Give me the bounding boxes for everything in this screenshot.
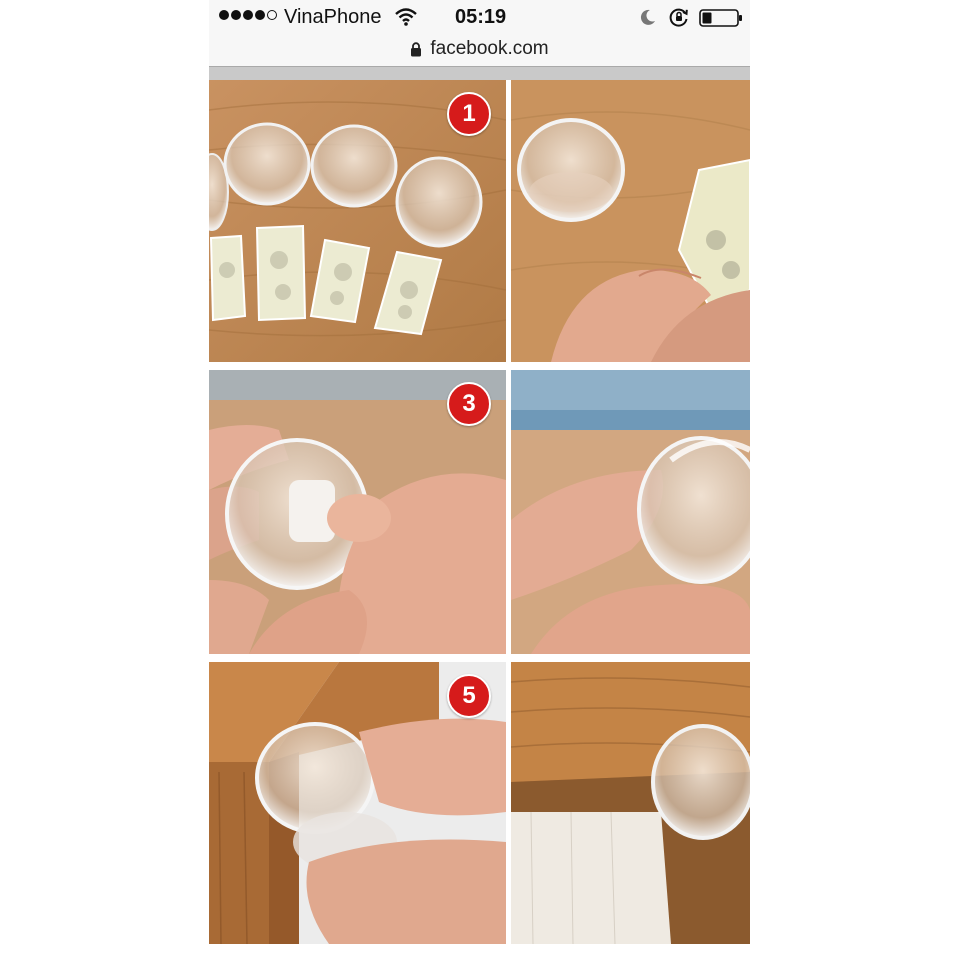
photo-panel-4 <box>511 370 750 654</box>
status-bar: VinaPhone 05:19 <box>209 0 750 34</box>
battery-icon <box>699 9 742 27</box>
rotation-lock-icon <box>669 8 688 27</box>
step-badge: 1 <box>447 92 491 136</box>
step-badge: 5 <box>447 674 491 718</box>
url-text: facebook.com <box>430 38 549 59</box>
step-badge: 3 <box>447 382 491 426</box>
do-not-disturb-moon-icon <box>640 9 655 25</box>
photo-panel-1: 1 <box>209 80 506 362</box>
browser-toolbar-border <box>209 66 750 81</box>
photo-panel-2 <box>511 80 750 362</box>
carrier-name: VinaPhone <box>284 6 382 28</box>
panel-2-image <box>511 80 750 362</box>
wifi-icon <box>395 8 417 26</box>
signal-strength-icon <box>219 10 277 20</box>
lock-icon <box>411 41 422 56</box>
photo-panel-3: 3 <box>209 370 506 654</box>
panel-6-image <box>511 662 750 944</box>
clock: 05:19 <box>455 6 507 28</box>
photo-panel-5: 5 <box>209 662 506 944</box>
panel-4-image <box>511 370 750 654</box>
instruction-photo: 1 3 5 <box>209 80 750 944</box>
photo-panel-6 <box>511 662 750 944</box>
phone-screen: VinaPhone 05:19 facebook.com 1 3 5 <box>209 0 750 944</box>
address-bar[interactable]: facebook.com <box>209 34 750 64</box>
